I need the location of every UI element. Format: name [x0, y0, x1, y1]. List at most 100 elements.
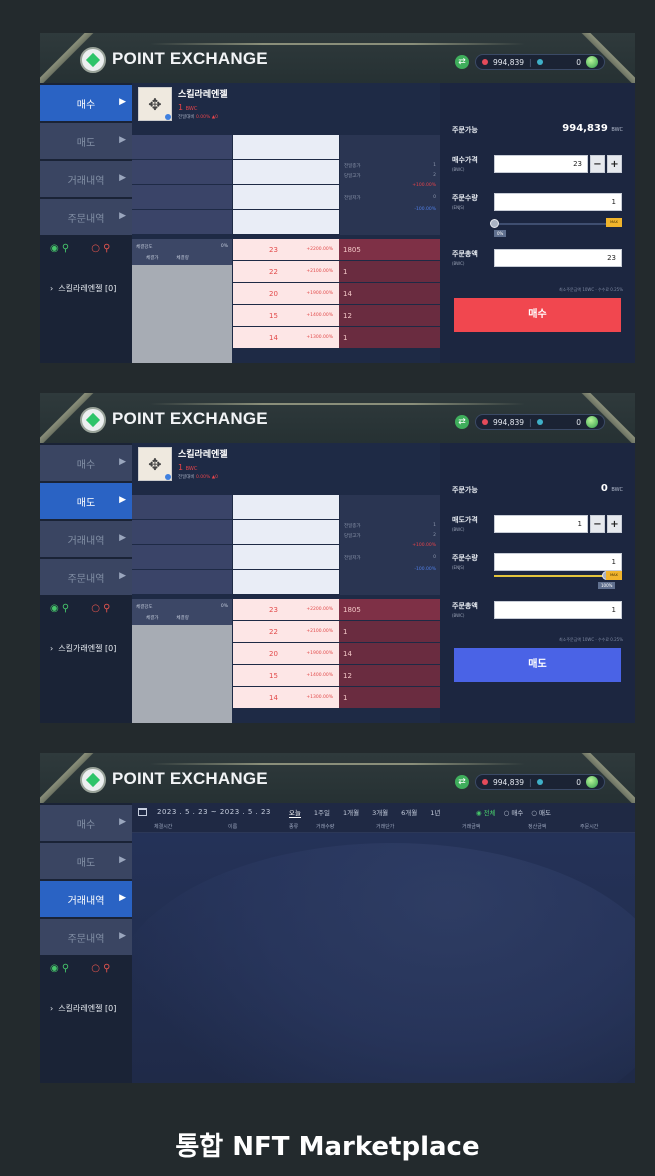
- radio-red-pin-icon[interactable]: ○ ⚲: [91, 243, 110, 254]
- menu-sell-label: 매도: [76, 857, 96, 869]
- wallet: ⇄ 994,839 | 0: [455, 773, 605, 791]
- orderbook-row[interactable]: 23 +2200.00% 1805: [233, 239, 440, 260]
- location-pin-icon: [165, 474, 171, 480]
- col-name: 이름: [228, 824, 238, 830]
- buy-quantity-input[interactable]: 1: [494, 193, 622, 211]
- menu-history[interactable]: 거래내역 ▶: [40, 161, 132, 197]
- enjs-coin-icon: [536, 59, 543, 65]
- menu-history[interactable]: 거래내역 ▶: [40, 881, 132, 917]
- menu-orders[interactable]: 주문내역 ▶: [40, 559, 132, 595]
- sell-quantity-input[interactable]: 1: [494, 553, 622, 571]
- trade-strength: 체결강도 0% 체결가 체결량: [132, 239, 232, 363]
- quantity-slider-knob[interactable]: [490, 219, 499, 228]
- quantity-slider[interactable]: 0%: [490, 219, 606, 237]
- ask-depth-column: [132, 135, 232, 235]
- orderbook-row[interactable]: 22 +2100.00% 1: [233, 261, 440, 282]
- nft-thumbnail[interactable]: ✥: [138, 87, 172, 121]
- nft-thumbnail[interactable]: ✥: [138, 447, 172, 481]
- gem-icon: [586, 56, 598, 68]
- radio-green-pin-icon[interactable]: ◉ ⚲: [50, 243, 69, 254]
- col-unit-price: 거래단가: [376, 824, 395, 830]
- max-button[interactable]: MAX: [606, 571, 622, 580]
- header-ornament-line: [150, 763, 525, 765]
- period-6months[interactable]: 6개월: [401, 807, 417, 817]
- wallet-balance[interactable]: 994,839 | 0: [475, 774, 605, 790]
- sell-price-input[interactable]: 1: [494, 515, 588, 533]
- wallet-balance[interactable]: 994,839 | 0: [475, 54, 605, 70]
- product-price: 1 BWC: [178, 463, 198, 472]
- wallet-balance[interactable]: 994,839 | 0: [475, 414, 605, 430]
- filter-buy[interactable]: ○ 매수: [504, 807, 524, 817]
- menu-orders[interactable]: 주문내역 ▶: [40, 199, 132, 235]
- chevron-right-icon: ▶: [119, 533, 126, 543]
- trade-strength: 체결강도 0% 체결가 체결량: [132, 599, 232, 723]
- period-today[interactable]: 오늘: [288, 807, 301, 818]
- available-amount: 994,839 BWC: [562, 123, 623, 134]
- menu-sell[interactable]: 매도 ▶: [40, 123, 132, 159]
- date-range[interactable]: 2023 . 5 . 23 ~ 2023 . 5 . 23: [157, 808, 271, 816]
- tab-trade-volume[interactable]: 체결량: [176, 615, 188, 621]
- buy-price-input[interactable]: 23: [494, 155, 588, 173]
- quantity-slider[interactable]: 100%: [494, 571, 616, 589]
- menu-history[interactable]: 거래내역 ▶: [40, 521, 132, 557]
- tab-trade-price[interactable]: 체결가: [146, 615, 158, 621]
- orderbook-row[interactable]: 20 +1900.00% 14: [233, 283, 440, 304]
- price-decrease-button[interactable]: −: [590, 155, 605, 173]
- header: POINT EXCHANGE ⇄ 994,839 | 0: [40, 753, 635, 803]
- filter-all[interactable]: ◉ 전체: [476, 807, 496, 817]
- collection-item[interactable]: › 스킬라레엔젤 [0]: [50, 1003, 116, 1014]
- orderbook-row[interactable]: 22 +2100.00% 1: [233, 621, 440, 642]
- tab-trade-price[interactable]: 체결가: [146, 255, 158, 261]
- order-book: ✥ 스킬라레엔젤 1 BWC 전일대비 0.00% ▲0 전일종가 1 당일고가…: [132, 83, 440, 363]
- product-rate: 전일대비 0.00% ▲0: [178, 115, 219, 120]
- menu-history-label: 거래내역: [67, 535, 105, 547]
- period-1month[interactable]: 1개월: [343, 807, 359, 817]
- price-decrease-button[interactable]: −: [590, 515, 605, 533]
- sell-total-input[interactable]: 1: [494, 601, 622, 619]
- menu-sell[interactable]: 매도 ▶: [40, 843, 132, 879]
- filter-sell[interactable]: ○ 매도: [531, 807, 551, 817]
- radio-green-pin-icon[interactable]: ◉ ⚲: [50, 963, 69, 974]
- period-1year[interactable]: 1년: [430, 807, 440, 817]
- menu-history-label: 거래내역: [67, 895, 105, 907]
- orderbook-row[interactable]: 23 +2200.00% 1805: [233, 599, 440, 620]
- menu-sell[interactable]: 매도 ▶: [40, 483, 132, 519]
- sell-submit-button[interactable]: 매도: [454, 648, 621, 682]
- menu-orders[interactable]: 주문내역 ▶: [40, 919, 132, 955]
- chevron-right-icon: ▶: [119, 211, 126, 221]
- brand-title: POINT EXCHANGE: [112, 49, 268, 68]
- orderbook-row[interactable]: 20 +1900.00% 14: [233, 643, 440, 664]
- radio-red-pin-icon[interactable]: ○ ⚲: [91, 603, 110, 614]
- period-3months[interactable]: 3개월: [372, 807, 388, 817]
- swap-icon[interactable]: ⇄: [455, 415, 469, 429]
- tab-trade-volume[interactable]: 체결량: [176, 255, 188, 261]
- gem-icon: [586, 776, 598, 788]
- swap-icon[interactable]: ⇄: [455, 55, 469, 69]
- chain-radios: ◉ ⚲ ○ ⚲: [50, 603, 110, 614]
- max-button[interactable]: MAX: [606, 218, 622, 227]
- wallet: ⇄ 994,839 | 0: [455, 413, 605, 431]
- orderbook-row[interactable]: 14 +1300.00% 1: [233, 687, 440, 708]
- collection-item[interactable]: › 스킬가래엔젤 [0]: [50, 643, 116, 654]
- col-order-time: 주문시간: [580, 824, 599, 830]
- calendar-icon[interactable]: [138, 808, 147, 816]
- period-1week[interactable]: 1주일: [314, 807, 330, 817]
- orderbook-row[interactable]: 14 +1300.00% 1: [233, 327, 440, 348]
- price-increase-button[interactable]: +: [607, 155, 622, 173]
- sidebar: 매수 ▶ 매도 ▶ 거래내역 ▶ 주문내역 ▶ ◉ ⚲ ○ ⚲ › 스킬라레엔젤 [0]: [40, 83, 132, 363]
- menu-buy[interactable]: 매수 ▶: [40, 445, 132, 481]
- wallet-coin-value: 0: [576, 417, 581, 427]
- orderbook-row[interactable]: 15 +1400.00% 12: [233, 305, 440, 326]
- menu-buy[interactable]: 매수 ▶: [40, 805, 132, 841]
- price-increase-button[interactable]: +: [607, 515, 622, 533]
- radio-red-pin-icon[interactable]: ○ ⚲: [91, 963, 110, 974]
- sidebar: 매수 ▶ 매도 ▶ 거래내역 ▶ 주문내역 ▶ ◉ ⚲ ○ ⚲ › 스킬라레엔젤 [0]: [40, 803, 132, 1083]
- menu-buy[interactable]: 매수 ▶: [40, 85, 132, 121]
- swap-icon[interactable]: ⇄: [455, 775, 469, 789]
- radio-green-pin-icon[interactable]: ◉ ⚲: [50, 603, 69, 614]
- collection-item[interactable]: › 스킬라레엔젤 [0]: [50, 283, 116, 294]
- header: POINT EXCHANGE ⇄ 994,839 | 0: [40, 33, 635, 83]
- buy-total-input[interactable]: 23: [494, 249, 622, 267]
- buy-submit-button[interactable]: 매수: [454, 298, 621, 332]
- orderbook-row[interactable]: 15 +1400.00% 12: [233, 665, 440, 686]
